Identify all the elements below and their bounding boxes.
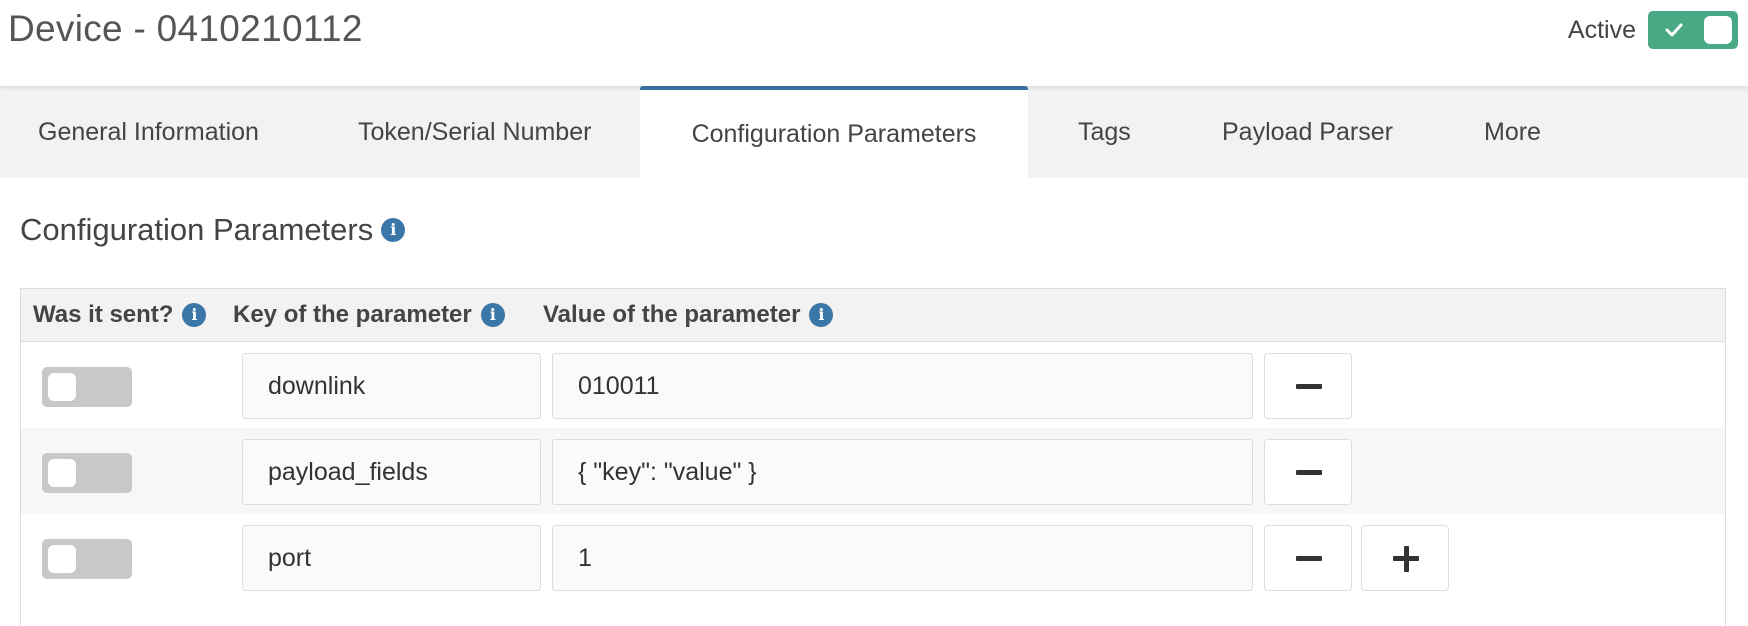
value-input[interactable] — [552, 439, 1253, 505]
info-icon[interactable]: i — [480, 303, 505, 327]
header-label: Value of the parameter — [543, 301, 801, 328]
header-label: Was it sent? — [33, 301, 174, 328]
tab-payload-parser[interactable]: Payload Parser — [1222, 86, 1394, 178]
value-input[interactable] — [552, 525, 1253, 591]
active-label: Active — [1567, 15, 1636, 44]
info-icon[interactable]: i — [809, 303, 834, 327]
toggle-knob — [48, 459, 76, 487]
key-input[interactable] — [242, 439, 541, 505]
header-was-it-sent: Was it sent? i — [33, 289, 207, 341]
minus-icon — [1296, 470, 1322, 475]
tab-token-serial-number[interactable]: Token/Serial Number — [358, 86, 598, 178]
check-icon — [1665, 23, 1683, 37]
key-input[interactable] — [242, 525, 541, 591]
active-toggle[interactable] — [1648, 11, 1738, 49]
remove-row-button[interactable] — [1264, 525, 1352, 591]
minus-icon — [1296, 384, 1322, 389]
config-params-table: Was it sent? i Key of the parameter i Va… — [20, 288, 1726, 626]
section-title-text: Configuration Parameters — [20, 212, 374, 247]
info-icon[interactable]: i — [182, 303, 207, 327]
table-row — [21, 342, 1725, 428]
header-value: Value of the parameter i — [543, 289, 834, 341]
minus-icon — [1296, 556, 1322, 561]
header-key: Key of the parameter i — [233, 289, 505, 341]
page-header: Device - 0410210112 Active — [0, 0, 1748, 86]
tab-configuration-parameters[interactable]: Configuration Parameters — [640, 86, 1028, 178]
tab-more[interactable]: More — [1484, 86, 1544, 178]
toggle-knob — [1704, 16, 1732, 44]
info-icon[interactable]: i — [381, 218, 406, 242]
tab-general-information[interactable]: General Information — [38, 86, 268, 178]
header-label: Key of the parameter — [233, 301, 472, 328]
table-header: Was it sent? i Key of the parameter i Va… — [21, 289, 1725, 342]
section-title: Configuration Parameters i — [20, 212, 406, 248]
value-input[interactable] — [552, 353, 1253, 419]
toggle-knob — [48, 545, 76, 573]
sent-toggle[interactable] — [42, 367, 132, 407]
table-row — [21, 514, 1725, 600]
key-input[interactable] — [242, 353, 541, 419]
remove-row-button[interactable] — [1264, 439, 1352, 505]
tab-tags[interactable]: Tags — [1078, 86, 1134, 178]
sent-toggle[interactable] — [42, 453, 132, 493]
toggle-knob — [48, 373, 76, 401]
add-row-button[interactable] — [1361, 525, 1449, 591]
page-title: Device - 0410210112 — [8, 8, 363, 49]
active-status: Active — [1568, 11, 1738, 49]
remove-row-button[interactable] — [1264, 353, 1352, 419]
table-row — [21, 428, 1725, 514]
tab-bar: General Information Token/Serial Number … — [0, 86, 1748, 178]
sent-toggle[interactable] — [42, 539, 132, 579]
